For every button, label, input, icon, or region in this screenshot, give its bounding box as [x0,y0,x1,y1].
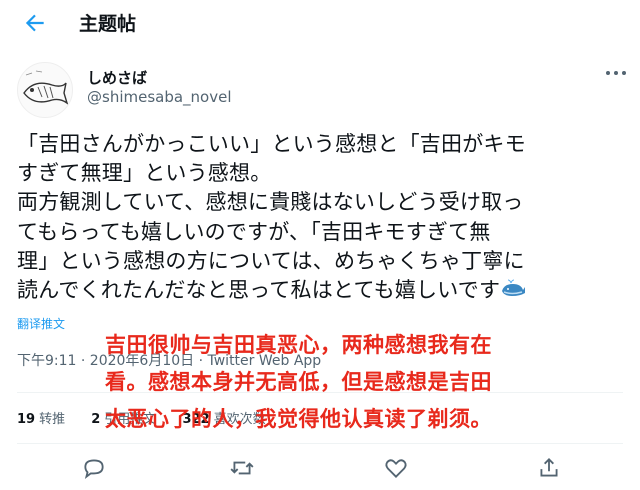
divider [17,443,623,444]
author-handle[interactable]: @shimesaba_novel [87,88,232,106]
retweets-count: 19 [17,412,36,427]
retweet-icon[interactable] [229,455,255,481]
retweets-label: 转推 [39,412,66,427]
caption-line: 吉田很帅与吉田真恶心，两种感想我有在 [105,333,492,357]
tweet-line: 理」という感想の方については、めちゃくちゃ丁寧に [17,248,525,273]
reply-icon[interactable] [81,455,107,481]
page-title: 主题帖 [79,13,137,35]
tweet-line: すぎて無理」という感想。 [17,161,272,186]
translation-caption: 吉田很帅与吉田真恶心，两种感想我有在 看。感想本身并无高低，但是感想是吉田 太恶… [105,327,492,438]
action-bar [0,455,640,485]
tweet-line: 「吉田さんがかっこいい」という感想と「吉田がキモ [17,132,526,156]
arrow-left-icon[interactable] [22,10,48,36]
avatar[interactable] [17,62,73,118]
share-icon[interactable] [536,455,562,481]
top-bar: 主题帖 [0,0,640,46]
author-name[interactable]: しめさば [87,67,147,88]
retweets-stat[interactable]: 19 转推 [17,412,65,427]
translate-tweet-link[interactable]: 翻译推文 [17,315,65,332]
more-icon[interactable] [606,66,626,80]
tweet-line: 両方観測していて、感想に貴賤はないしどう受け取っ [17,190,524,215]
like-icon[interactable] [383,455,409,481]
tweet-text: 「吉田さんがかっこいい」という感想と「吉田がキモ すぎて無理」という感想。 両方… [17,130,623,305]
fish-avatar-icon [23,70,69,105]
caption-line: 太恶心了的人，我觉得他认真读了剃须。 [105,407,492,431]
tweet-line-last: 読んでくれたんだなと思って私はとても嬉しいです [17,276,623,305]
quotes-count: 2 [91,412,101,427]
tweet-line: 読んでくれたんだなと思って私はとても嬉しいです [17,278,501,303]
caption-line: 看。感想本身并无高低，但是感想是吉田 [105,370,492,394]
tweet-line: てもらっても嬉しいのですが、「吉田キモすぎて無 [17,219,491,244]
whale-icon [502,279,526,297]
